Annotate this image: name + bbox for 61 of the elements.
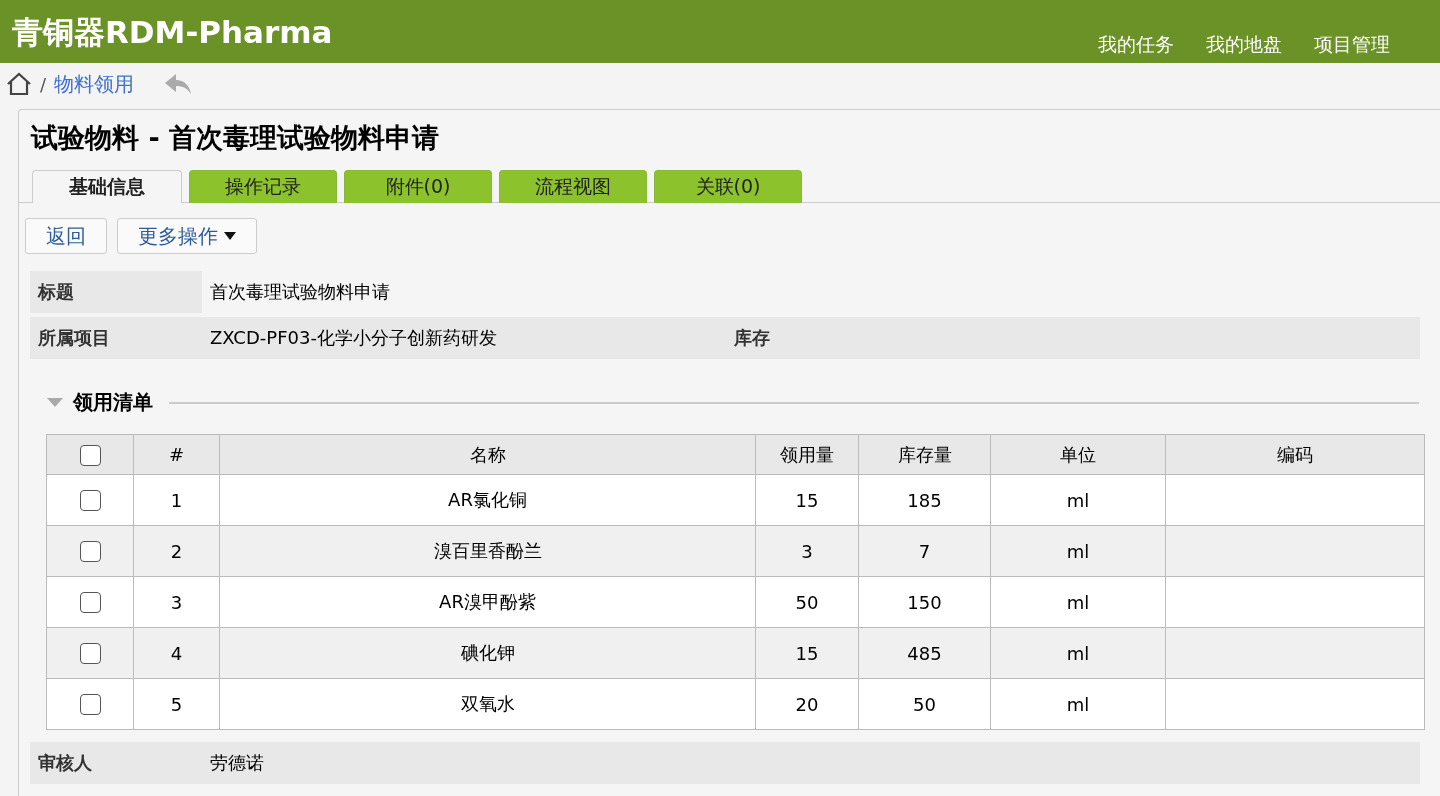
checkbox[interactable] [79, 444, 101, 466]
tab[interactable]: 附件(0) [344, 170, 492, 203]
nav-link[interactable]: 项目管理 [1314, 32, 1390, 58]
table-cell: AR溴甲酚紫 [219, 576, 756, 628]
checkbox[interactable] [79, 592, 101, 614]
table-cell: ml [990, 576, 1166, 628]
column-header: 编码 [1165, 434, 1425, 475]
tab[interactable]: 操作记录 [189, 170, 337, 203]
home-icon[interactable] [6, 72, 32, 96]
table-cell: 5 [133, 678, 220, 730]
table-cell: 50 [858, 678, 991, 730]
table-cell: 185 [858, 474, 991, 526]
page-title: 试验物料 - 首次毒理试验物料申请 [29, 121, 440, 155]
table-cell: 1 [133, 474, 220, 526]
table-cell: 4 [133, 627, 220, 679]
table-cell: 15 [755, 474, 859, 526]
column-header: 单位 [990, 434, 1166, 475]
column-header: 库存量 [858, 434, 991, 475]
column-header: 领用量 [755, 434, 859, 475]
field-value: 首次毒理试验物料申请 [210, 280, 391, 304]
breadcrumb-separator: / [40, 73, 47, 95]
nav-link[interactable]: 我的任务 [1098, 32, 1174, 58]
tab[interactable]: 基础信息 [32, 170, 182, 203]
more-actions-button[interactable]: 更多操作 [117, 218, 257, 254]
field-label: 审核人 [30, 742, 202, 784]
app-logo: 青铜器RDM-Pharma [12, 13, 333, 52]
table-cell: ml [990, 678, 1166, 730]
table-cell: 溴百里香酚兰 [219, 525, 756, 577]
table-cell: 50 [755, 576, 859, 628]
field-label: 所属项目 [30, 317, 202, 359]
table-cell: 3 [133, 576, 220, 628]
nav-link[interactable]: 我的地盘 [1206, 32, 1282, 58]
tab[interactable]: 关联(0) [654, 170, 802, 203]
section-title: 领用清单 [73, 389, 153, 416]
breadcrumb-link[interactable]: 物料领用 [54, 70, 135, 98]
field-value: 劳德诺 [202, 742, 1420, 784]
tab[interactable]: 流程视图 [499, 170, 647, 203]
table-cell: 3 [755, 525, 859, 577]
checkbox[interactable] [79, 490, 101, 512]
field-label: 标题 [30, 271, 202, 313]
column-header: # [133, 434, 220, 475]
field-value: ZXCD-PF03-化学小分子创新药研发 [210, 326, 498, 350]
table-cell: 485 [858, 627, 991, 679]
field-label: 库存 [734, 326, 770, 350]
table-cell: AR氯化铜 [219, 474, 756, 526]
checkbox[interactable] [79, 541, 101, 563]
table-cell: 碘化钾 [219, 627, 756, 679]
checkbox[interactable] [79, 643, 101, 665]
table-cell: 20 [755, 678, 859, 730]
table-cell: 15 [755, 627, 859, 679]
checkbox[interactable] [79, 694, 101, 716]
table-cell: 双氧水 [219, 678, 756, 730]
table-cell: 7 [858, 525, 991, 577]
table-cell: ml [990, 474, 1166, 526]
table-cell: ml [990, 627, 1166, 679]
caret-icon [224, 232, 236, 240]
column-header: 名称 [219, 434, 756, 475]
back-button[interactable]: 返回 [25, 218, 107, 254]
table-cell: ml [990, 525, 1166, 577]
table-cell: 150 [858, 576, 991, 628]
table-cell: 2 [133, 525, 220, 577]
